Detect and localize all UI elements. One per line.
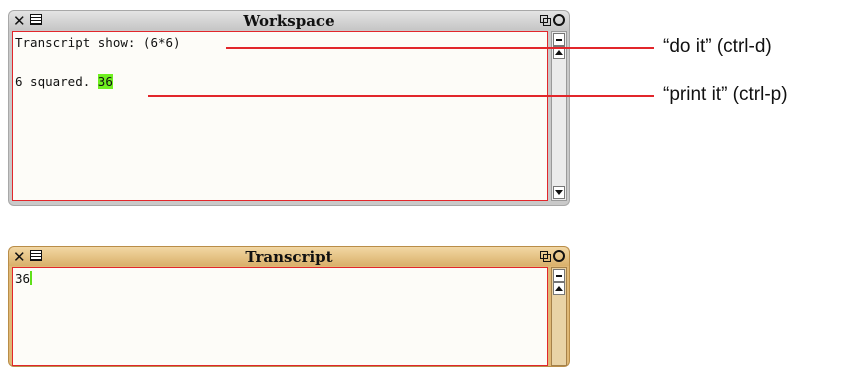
- print-it-annotation: “print it” (ctrl-p): [663, 84, 788, 105]
- scroll-down-button[interactable]: [553, 186, 565, 199]
- close-icon[interactable]: ✕: [13, 248, 26, 266]
- scroll-menu-button[interactable]: [553, 33, 565, 46]
- transcript-text-pane[interactable]: 36: [12, 267, 548, 366]
- window-title: Transcript: [245, 248, 333, 266]
- do-it-leader-line: [226, 47, 654, 49]
- transcript-output-line: 36: [15, 271, 33, 286]
- close-icon[interactable]: ✕: [13, 12, 26, 30]
- collapse-icon[interactable]: [540, 15, 551, 26]
- workspace-title-bar[interactable]: ✕ Workspace: [8, 10, 570, 30]
- arrow-up-icon: [555, 50, 563, 55]
- expand-icon[interactable]: [553, 14, 565, 26]
- do-it-annotation: “do it” (ctrl-d): [663, 36, 772, 57]
- arrow-up-icon: [555, 286, 563, 291]
- code-line-print-it[interactable]: 6 squared. 36: [15, 74, 113, 89]
- transcript-title-bar[interactable]: ✕ Transcript: [8, 246, 570, 266]
- code-expression: 6 squared.: [15, 74, 91, 89]
- minus-icon: [556, 274, 562, 277]
- expand-icon[interactable]: [553, 250, 565, 262]
- transcript-window[interactable]: ✕ Transcript 36: [8, 246, 570, 367]
- workspace-text-pane[interactable]: Transcript show: (6*6) 6 squared. 36: [12, 31, 548, 201]
- transcript-scrollbar[interactable]: [551, 267, 567, 366]
- scroll-up-button[interactable]: [553, 282, 565, 295]
- window-menu-icon[interactable]: [30, 14, 42, 25]
- scroll-menu-button[interactable]: [553, 269, 565, 282]
- code-line-do-it[interactable]: Transcript show: (6*6): [15, 35, 181, 50]
- text-cursor: [30, 271, 33, 285]
- window-title: Workspace: [243, 12, 335, 30]
- print-result: 36: [97, 74, 113, 89]
- workspace-scrollbar[interactable]: [551, 31, 567, 201]
- minus-icon: [556, 38, 562, 41]
- print-it-leader-line: [148, 95, 654, 97]
- workspace-window[interactable]: ✕ Workspace Transcript show: (6*6) 6 squ…: [8, 10, 570, 206]
- collapse-icon[interactable]: [540, 251, 551, 262]
- transcript-output: 36: [15, 271, 31, 286]
- window-menu-icon[interactable]: [30, 250, 42, 261]
- arrow-down-icon: [555, 190, 563, 195]
- transcript-frame: 36: [8, 266, 570, 367]
- workspace-frame: Transcript show: (6*6) 6 squared. 36: [8, 30, 570, 206]
